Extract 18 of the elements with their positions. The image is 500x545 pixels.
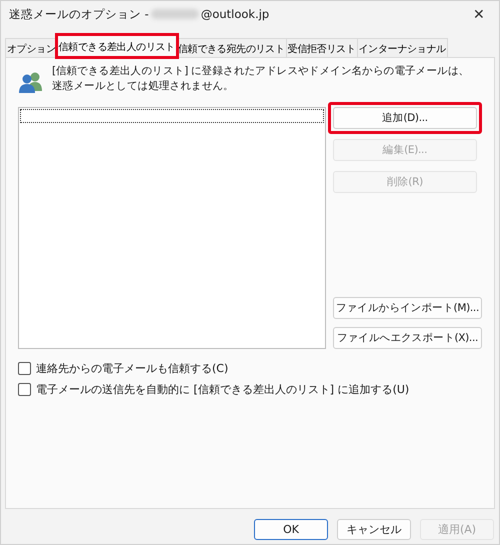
description-text: [信頼できる差出人のリスト] に登録されたアドレスやドメイン名からの電子メールは、迷惑メールとしては処理されません。 xyxy=(52,64,470,94)
checkbox[interactable] xyxy=(18,362,31,375)
window-title: 迷惑メールのオプション - xyxy=(9,6,149,22)
side-button[interactable]: 追加(D)... xyxy=(332,107,477,129)
side-button[interactable]: ファイルからインポート(M)... xyxy=(332,297,482,319)
dialog-button[interactable]: OK xyxy=(254,519,328,540)
checkbox[interactable] xyxy=(18,383,31,396)
tab[interactable]: 信頼できる差出人のリスト xyxy=(56,35,177,57)
redacted-email xyxy=(150,9,199,19)
checkbox-label: 電子メールの送信先を自動的に [信頼できる差出人のリスト] に追加する(U) xyxy=(36,382,410,397)
tab[interactable]: オプション xyxy=(5,38,58,57)
window-title-suffix: @outlook.jp xyxy=(200,7,270,21)
dialog-button[interactable]: キャンセル xyxy=(337,519,411,540)
tab[interactable]: インターナショナル xyxy=(356,38,448,57)
people-icon xyxy=(18,71,44,93)
side-button[interactable]: ファイルへエクスポート(X)... xyxy=(332,327,482,349)
checkbox-label: 連絡先からの電子メールも信頼する(C) xyxy=(36,361,228,376)
close-button[interactable]: ✕ xyxy=(469,6,489,22)
